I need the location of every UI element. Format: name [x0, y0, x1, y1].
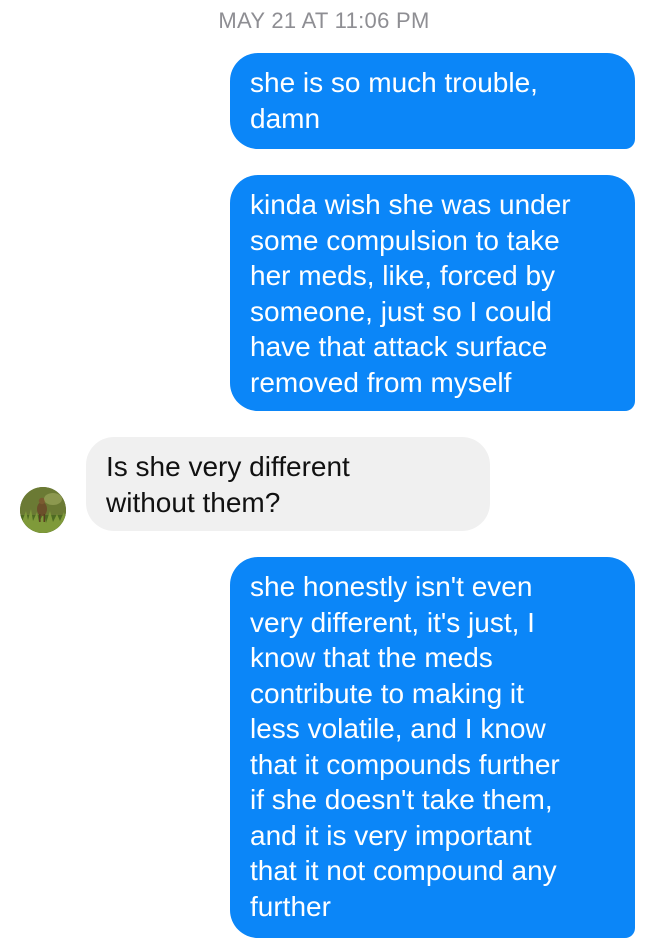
- message-text-line: she honestly isn't even: [250, 571, 533, 602]
- message-text-line: without them?: [106, 486, 281, 518]
- message-text-line: and it is very important: [250, 819, 532, 851]
- message-timestamp: MAY 21 AT 11:06 PM: [218, 8, 430, 33]
- message-text-line: know that the meds: [250, 642, 493, 673]
- incoming-message-bubble[interactable]: Is she very different without them?: [86, 437, 490, 531]
- message-text-line: have that attack surface: [250, 331, 548, 362]
- outgoing-message-bubble[interactable]: she honestly isn't even very different, …: [230, 557, 635, 938]
- message-text-line: that it not compound any: [250, 855, 557, 886]
- message-text-line: she is so much trouble,: [250, 67, 538, 98]
- outgoing-message-bubble[interactable]: kinda wish she was under some compulsion…: [230, 175, 635, 411]
- avatar-photo-icon: [20, 487, 66, 533]
- message-text-line: Is she very different: [106, 451, 350, 482]
- message-text-line: someone, just so I could: [250, 295, 552, 327]
- message-text-line: very different, it's just, I: [250, 606, 535, 638]
- contact-avatar[interactable]: [20, 487, 66, 533]
- message-text-line: removed from myself: [250, 366, 512, 398]
- message-text-line: kinda wish she was under: [250, 189, 571, 220]
- message-text-line: contribute to making it: [250, 677, 524, 709]
- message-text-line: some compulsion to take: [250, 224, 560, 256]
- message-text-line: less volatile, and I know: [250, 713, 546, 744]
- message-text-line: if she doesn't take them,: [250, 784, 553, 815]
- message-text-line: that it compounds further: [250, 748, 560, 780]
- message-text-line: her meds, like, forced by: [250, 260, 556, 291]
- message-text-line: damn: [250, 102, 321, 134]
- outgoing-message-bubble[interactable]: she is so much trouble, damn: [230, 53, 635, 149]
- message-text-line: further: [250, 890, 331, 922]
